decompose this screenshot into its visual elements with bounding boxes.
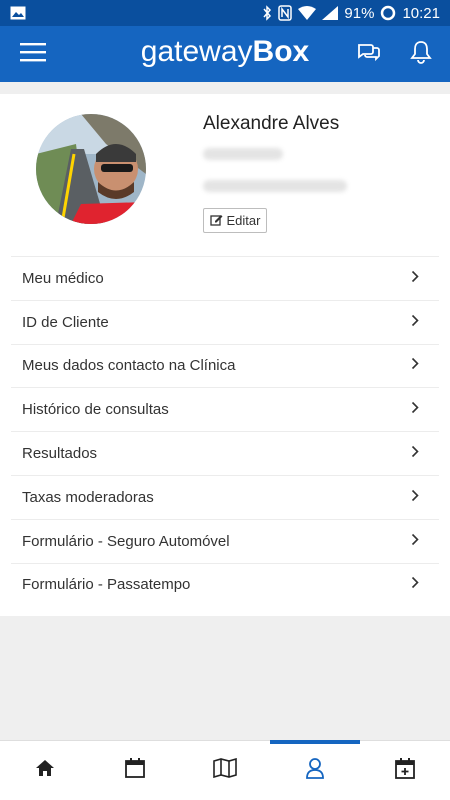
home-icon	[35, 759, 55, 782]
edit-profile-button[interactable]: Editar	[203, 208, 267, 233]
chat-icon[interactable]	[356, 41, 380, 68]
redacted-phone	[203, 148, 283, 160]
menu-item-label: Meus dados contacto na Clínica	[22, 357, 236, 375]
menu-item-historico-consultas[interactable]: Histórico de consultas	[11, 387, 439, 431]
clock: 10:21	[402, 4, 440, 22]
nav-calendar[interactable]	[90, 741, 180, 800]
calendar-icon	[125, 758, 145, 783]
menu-item-taxas-moderadoras[interactable]: Taxas moderadoras	[11, 474, 439, 519]
profile-name: Alexandre Alves	[203, 113, 340, 134]
menu-item-seguro-automovel[interactable]: Formulário - Seguro Automóvel	[11, 518, 439, 563]
nav-home[interactable]	[0, 741, 90, 800]
nav-profile[interactable]	[270, 740, 360, 800]
edit-icon	[209, 213, 223, 229]
status-bar: 91% 10:21	[0, 0, 450, 26]
app-title-light: gateway	[140, 35, 253, 68]
menu-item-label: Formulário - Seguro Automóvel	[22, 532, 230, 550]
battery-percent: 91%	[344, 4, 375, 22]
image-icon	[10, 6, 26, 20]
chevron-right-icon	[411, 314, 419, 331]
app-bar: gatewayBox	[0, 26, 450, 82]
bottom-nav	[0, 740, 450, 800]
menu-item-resultados[interactable]: Resultados	[11, 431, 439, 475]
menu-item-passatempo[interactable]: Formulário - Passatempo	[11, 562, 439, 607]
redacted-email	[203, 180, 347, 192]
wifi-icon	[298, 6, 317, 20]
chevron-right-icon	[411, 357, 419, 374]
signal-icon	[322, 6, 339, 20]
chevron-right-icon	[411, 576, 419, 593]
profile-card: Alexandre Alves Editar Meu médico ID de …	[0, 94, 450, 616]
nav-map[interactable]	[180, 741, 270, 800]
nav-appointment-add[interactable]	[360, 741, 450, 800]
bell-icon[interactable]	[410, 40, 432, 69]
chevron-right-icon	[411, 270, 419, 287]
menu-item-label: Resultados	[22, 445, 98, 463]
menu-item-label: Formulário - Passatempo	[22, 576, 191, 594]
menu-item-label: ID de Cliente	[22, 313, 109, 331]
map-icon	[213, 757, 237, 783]
bluetooth-icon	[262, 5, 272, 21]
chevron-right-icon	[411, 445, 419, 462]
chevron-right-icon	[411, 533, 419, 550]
chevron-right-icon	[411, 401, 419, 418]
chevron-right-icon	[411, 489, 419, 506]
menu-item-label: Taxas moderadoras	[22, 488, 154, 506]
appointment-add-icon	[395, 757, 415, 784]
profile-menu: Meu médico ID de Cliente Meus dados cont…	[11, 256, 439, 606]
menu-item-label: Histórico de consultas	[22, 401, 169, 419]
app-title-bold: Box	[252, 35, 310, 68]
avatar	[36, 114, 146, 224]
menu-item-label: Meu médico	[22, 269, 104, 287]
profile-icon	[305, 757, 325, 784]
menu-item-meu-medico[interactable]: Meu médico	[11, 256, 439, 300]
battery-ring-icon	[380, 5, 396, 21]
nfc-icon	[278, 5, 293, 21]
menu-icon[interactable]	[20, 42, 46, 67]
menu-item-dados-contacto[interactable]: Meus dados contacto na Clínica	[11, 343, 439, 388]
edit-label: Editar	[226, 213, 261, 228]
menu-item-id-cliente[interactable]: ID de Cliente	[11, 299, 439, 344]
